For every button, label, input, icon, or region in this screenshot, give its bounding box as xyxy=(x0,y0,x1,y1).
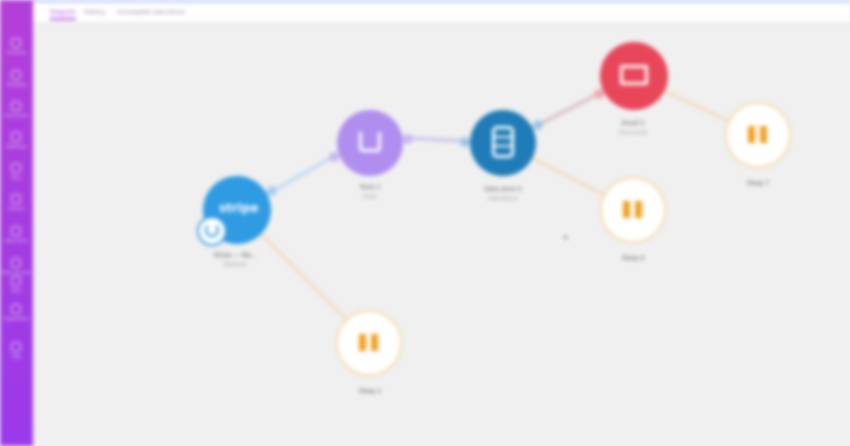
key-icon xyxy=(11,163,21,173)
sidebar-item-label: Team xyxy=(11,288,22,293)
node-sleep-right[interactable]: Sleep 7 xyxy=(703,102,813,212)
node-sleep-bottom[interactable]: Sleep 2 xyxy=(315,310,425,420)
organization-icon xyxy=(11,304,21,314)
refresh-icon xyxy=(205,223,219,237)
sleep-module-circle[interactable] xyxy=(725,102,791,168)
node-title: Sleep 2 xyxy=(358,388,382,395)
node-subtitle: Add/replace xyxy=(488,196,518,202)
sidebar-item-data-stores[interactable]: Data stores xyxy=(0,224,33,246)
sidebar-item-label: Connections xyxy=(4,113,29,118)
node-tools[interactable]: Tools 3 Sleep xyxy=(315,104,425,214)
pause-icon xyxy=(748,126,755,143)
stripe-logo-icon: stripe xyxy=(219,201,259,215)
data-structure-icon xyxy=(11,258,21,268)
sidebar-item-templates[interactable]: Templates xyxy=(0,68,33,90)
sidebar-item-team[interactable]: Team xyxy=(0,274,33,296)
node-sleep-mid[interactable]: Sleep 6 xyxy=(578,177,688,287)
pause-icon xyxy=(623,201,630,218)
node-subtitle: Send email xyxy=(619,130,647,136)
tab-history[interactable]: History xyxy=(84,9,105,16)
scenarios-icon xyxy=(11,38,21,48)
database-line xyxy=(495,136,511,138)
sidebar-item-keys[interactable]: Keys xyxy=(0,161,33,183)
sleep-module-circle[interactable] xyxy=(336,310,402,376)
pause-icon-bar xyxy=(371,334,378,351)
database-line xyxy=(495,145,511,147)
database-icon xyxy=(492,126,514,158)
sidebar-item-label: Help xyxy=(11,354,22,359)
node-title: Sleep 7 xyxy=(746,180,770,187)
node-datastore[interactable]: Data store 4 Add/replace xyxy=(448,108,558,218)
sidebar-item-webhooks[interactable]: Webhooks xyxy=(0,130,33,152)
node-title: Sleep 6 xyxy=(621,255,645,262)
team-icon xyxy=(11,276,21,286)
top-accent-bar xyxy=(33,0,850,3)
webhooks-icon xyxy=(11,132,21,142)
sidebar-item-connections[interactable]: Connections xyxy=(0,99,33,121)
node-email[interactable]: Email 5 Send email xyxy=(578,40,688,150)
sidebar-item-label: Organization xyxy=(3,316,30,321)
download-icon xyxy=(359,132,381,152)
templates-icon xyxy=(11,70,21,80)
sidebar-item-label: Keys xyxy=(11,175,22,180)
envelope-icon xyxy=(620,65,648,85)
connections-layer xyxy=(236,74,759,344)
sidebar: Scenarios Templates Connections Webhooks… xyxy=(0,0,33,446)
node-title: Data store 4 xyxy=(484,186,522,193)
help-icon xyxy=(11,342,21,352)
sidebar-item-label: Webhooks xyxy=(6,144,27,149)
sidebar-item-organization[interactable]: Organization xyxy=(0,302,33,324)
node-title: Tools 3 xyxy=(359,184,381,191)
device-icon xyxy=(11,194,21,204)
node-title: Stripe — Wa... xyxy=(213,252,257,259)
sidebar-item-label: Devices xyxy=(8,206,25,211)
sidebar-item-label: Scenarios xyxy=(6,50,27,55)
tab-diagram[interactable]: Diagram xyxy=(50,9,76,20)
data-store-icon xyxy=(11,226,21,236)
tab-incomplete-executions[interactable]: Incomplete executions xyxy=(117,9,185,16)
node-title: Email 5 xyxy=(621,120,645,127)
sidebar-item-label: Templates xyxy=(6,82,27,87)
node-stripe[interactable]: stripe Stripe — Wa... Webhook xyxy=(183,156,293,276)
sleep-module-circle[interactable] xyxy=(600,177,666,243)
mouse-cursor xyxy=(564,236,567,239)
node-subtitle: Webhook xyxy=(223,262,247,268)
sidebar-item-help[interactable]: Help xyxy=(0,340,33,362)
node-subtitle: Sleep xyxy=(363,194,377,200)
connections-icon xyxy=(11,101,21,111)
scenario-canvas[interactable]: stripe Stripe — Wa... Webhook Tools 3 Sl… xyxy=(33,22,850,446)
pause-icon-bar xyxy=(760,126,767,143)
sidebar-item-scenarios[interactable]: Scenarios xyxy=(0,36,33,58)
pause-icon-bar xyxy=(635,201,642,218)
sidebar-item-label: Data stores xyxy=(4,238,29,243)
tab-bar: Diagram History Incomplete executions xyxy=(33,0,850,23)
pause-icon xyxy=(359,334,366,351)
sidebar-item-devices[interactable]: Devices xyxy=(0,192,33,214)
